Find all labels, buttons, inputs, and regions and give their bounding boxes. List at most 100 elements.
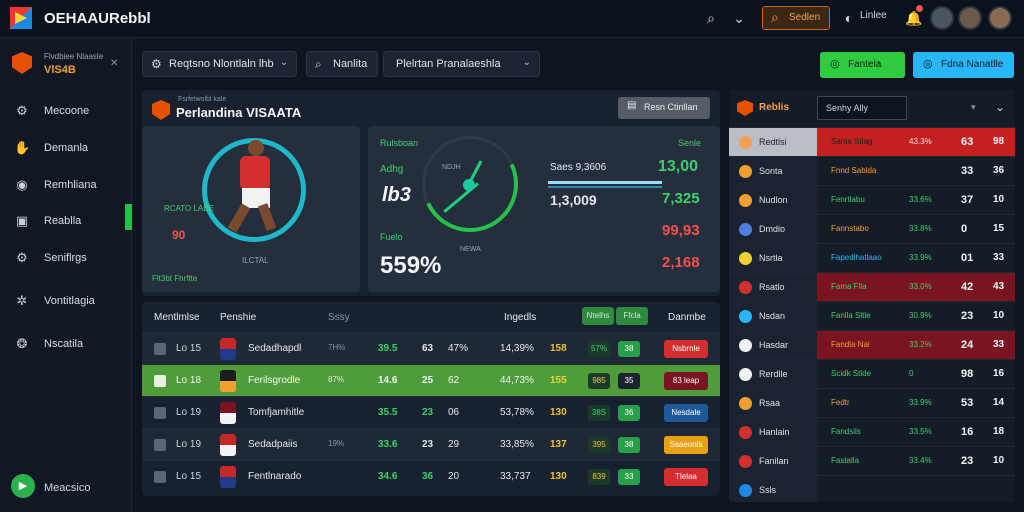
list-item[interactable]: Rerdlle Scidk Stlde 0 98 16: [729, 359, 1015, 389]
row-checkbox[interactable]: [154, 407, 166, 419]
ball-icon: [739, 194, 752, 207]
list-item-team: Fnnd Sablda: [831, 166, 877, 175]
list-item-percent: 33.2%: [909, 340, 932, 349]
player-name: ILCTAL: [242, 256, 269, 265]
sidebar-item-label: Reablla: [44, 215, 82, 227]
status-badge[interactable]: Ssaeonls: [664, 436, 708, 454]
column-header[interactable]: Ingedls: [504, 312, 536, 323]
notification-dot: [916, 5, 923, 12]
table-row[interactable]: Lo 18 Ferilsgrodle 87% 14.6 25 62 44,73%…: [142, 364, 720, 396]
list-item-value: 43: [993, 281, 1005, 292]
row-value: 33,737: [500, 471, 531, 482]
list-item[interactable]: Rsaa Fedtr 33.9% 53 14: [729, 388, 1015, 418]
list-item-value: 33: [993, 252, 1005, 263]
list-item[interactable]: Hanlain Fandsils 33.5% 16 18: [729, 417, 1015, 447]
list-item[interactable]: Nudlon Fenrtlabu 33.6% 37 10: [729, 185, 1015, 215]
list-item[interactable]: Redtlsi Santa Stlag 43.3% 63 98: [729, 127, 1015, 157]
app-title: OEHAAURebbl: [44, 10, 151, 27]
list-item-name: Nsdan: [759, 311, 786, 321]
filter-dropdown-1[interactable]: ⚙ Reqtsno Nlontlaln lhb ⌄: [142, 51, 297, 77]
row-value: 14,39%: [500, 343, 534, 354]
sidebar-item-6[interactable]: ✲ Vontitlagia: [0, 286, 132, 316]
search-icon[interactable]: ⌕: [702, 9, 720, 27]
avatar[interactable]: [988, 6, 1012, 30]
list-item-percent: 33.0%: [909, 282, 932, 291]
list-item-name: Nudlon: [759, 195, 788, 205]
gauge-label: NEWA: [460, 246, 481, 253]
collapse-icon[interactable]: ⌄: [995, 100, 1005, 114]
row-pill: 38: [618, 437, 640, 453]
primary-button[interactable]: Fantela: [820, 52, 905, 78]
sidebar-bottom-label[interactable]: Meacsico: [44, 482, 90, 494]
gear-icon: ⚙: [151, 57, 162, 71]
filter-dropdown-3[interactable]: Plelrtan Pranalaeshla ⌄: [383, 51, 540, 77]
list-item[interactable]: Ssls: [729, 475, 1015, 502]
row-name: Fentlnarado: [248, 471, 302, 482]
list-item[interactable]: Fanilan Fastalla 33.4% 23 10: [729, 446, 1015, 476]
column-header[interactable]: Sssy: [328, 312, 350, 323]
sidebar-item-7[interactable]: ❂ Nscatila: [0, 329, 132, 359]
row-checkbox[interactable]: [154, 343, 166, 355]
secondary-button[interactable]: Fdna Nanatlle: [913, 52, 1014, 78]
table-row[interactable]: Lo 19 Tomfjamhitle 35.5 23 06 53,78% 130…: [142, 396, 720, 428]
sidebar-item-1[interactable]: ⚙ Mecoone: [0, 96, 132, 126]
close-icon[interactable]: ✕: [110, 58, 118, 69]
status-badge[interactable]: 83 leap: [664, 372, 708, 390]
sidebar-item-4[interactable]: ▣ Reablla: [0, 206, 132, 236]
right-panel-select[interactable]: Senhy Ally: [817, 96, 907, 120]
ball-icon: [739, 426, 752, 439]
column-header[interactable]: Penshie: [220, 312, 256, 323]
sidebar-item-2[interactable]: ✋ Demanla: [0, 133, 132, 163]
list-item-left: Nsrtla: [729, 244, 817, 273]
sidebar-item-3[interactable]: ◉ Remhliana: [0, 170, 132, 200]
row-value: 39.5: [378, 343, 398, 354]
list-item[interactable]: Sonta Fnnd Sablda 33 36: [729, 156, 1015, 186]
status-badge[interactable]: Nsbrnle: [664, 340, 708, 358]
list-item[interactable]: Dmdio Fannstabo 33.8% 0 15: [729, 214, 1015, 244]
status-badge[interactable]: Tlelaa: [664, 468, 708, 486]
list-item[interactable]: Nsdan Fanlla Sltle 30.9% 23 10: [729, 301, 1015, 331]
help-icon[interactable]: ◐: [840, 9, 858, 27]
list-item[interactable]: Rsatlo Fama Flla 33.0% 42 43: [729, 272, 1015, 302]
stat-value: lb3: [382, 184, 411, 206]
search-button[interactable]: Sedlen: [762, 6, 830, 30]
row-name: Sedadpaiis: [248, 439, 298, 450]
sidebar-item-label: Seniflrgs: [44, 252, 87, 264]
chevron-icon[interactable]: ⌄: [730, 9, 748, 27]
right-panel-title: Reblis: [759, 102, 790, 113]
header-link[interactable]: Linlee: [860, 10, 887, 21]
list-item-value: 98: [993, 136, 1005, 147]
table-row[interactable]: Lo 15 Fentlnarado 34.6 36 20 33,737 130 …: [142, 460, 720, 492]
column-header[interactable]: Mentlmlse: [154, 312, 200, 323]
list-item[interactable]: Nsrtla Fapedlhatlaao 33.9% 01 33: [729, 243, 1015, 273]
status-icon[interactable]: ▶: [11, 474, 35, 498]
sidebar: Flvdbiee Nlaasle VlS4B ✕ ⚙ Mecoone ✋ Deman…: [0, 38, 132, 512]
column-header[interactable]: Ntelhs: [582, 307, 614, 325]
filter-dropdown-2[interactable]: ⌕ Nanlita: [306, 51, 378, 77]
dropdown-label: Nanlita: [333, 58, 368, 70]
team-avatar: [220, 434, 236, 456]
list-item[interactable]: Hasdar Fandla Nai 33.2% 24 33: [729, 330, 1015, 360]
column-header[interactable]: Ffcla: [616, 307, 648, 325]
table-row[interactable]: Lo 19 Sedadpaiis 19% 33.6 23 29 33,85% 1…: [142, 428, 720, 460]
status-badge[interactable]: Nesdale: [664, 404, 708, 422]
app-logo[interactable]: [10, 7, 32, 29]
list-item-left: Rsaa: [729, 389, 817, 418]
chevron-down-icon: ⌄: [279, 57, 288, 68]
chevron-down-icon[interactable]: ▾: [971, 102, 976, 113]
row-checkbox[interactable]: [154, 439, 166, 451]
list-item-team: Fenrtlabu: [831, 195, 865, 204]
row-small: 19%: [328, 439, 345, 448]
avatar[interactable]: [958, 6, 982, 30]
panel-action-button[interactable]: Resn Ctinllan: [618, 97, 710, 119]
row-pill: 35: [618, 373, 640, 389]
sidebar-item-5[interactable]: ⚙ Seniflrgs: [0, 243, 132, 273]
list-item-name: Rerdlle: [759, 369, 788, 379]
table-row[interactable]: Lo 15 Sedadhapdl 7H% 39.5 63 47% 14,39% …: [142, 332, 720, 364]
avatar[interactable]: [930, 6, 954, 30]
row-checkbox[interactable]: [154, 471, 166, 483]
row-checkbox[interactable]: [154, 375, 166, 387]
row-pill: 38S: [588, 405, 610, 421]
chevron-down-icon: ⌄: [522, 57, 531, 68]
column-header[interactable]: Danmbe: [668, 312, 706, 323]
